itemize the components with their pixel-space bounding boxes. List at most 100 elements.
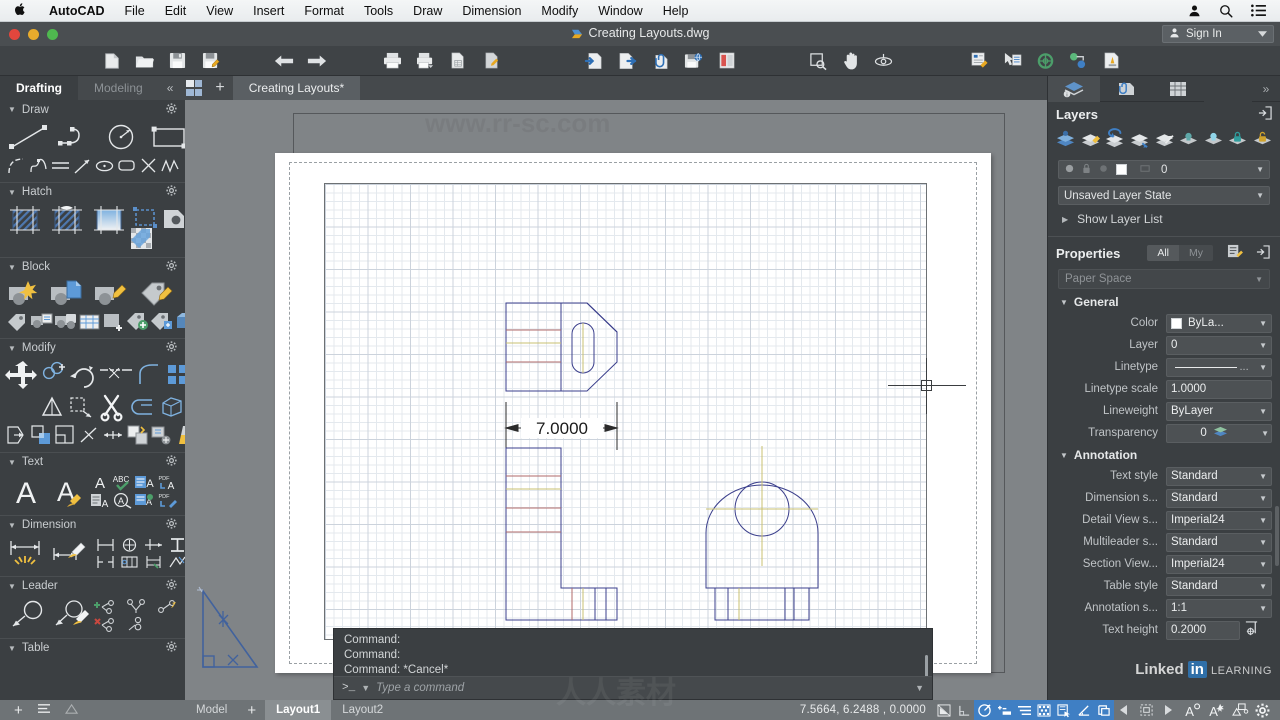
close-window-button[interactable] [9,28,20,40]
chevron-down-icon[interactable]: ▼ [1255,604,1267,613]
drawing-canvas[interactable]: 7.0000 Command: Command: Command: *Cance… [185,100,1047,700]
layer-list-icon[interactable] [37,703,51,718]
new-file-icon[interactable] [95,47,128,75]
rectangle-icon[interactable] [148,122,185,152]
quick-select-icon[interactable] [996,47,1029,75]
save-as-icon[interactable] [194,47,227,75]
join-icon[interactable] [130,395,156,419]
dim-inspect-icon[interactable] [118,554,141,570]
properties-section-annotation-header[interactable]: ▼ Annotation [1048,444,1280,465]
coordinate-display[interactable]: 7.5664, 6.2488 , 0.0000 [800,704,934,716]
chevron-down-icon[interactable] [1258,28,1267,40]
baseline-dim-icon[interactable] [94,537,117,553]
linetype-ellipsis[interactable]: ... [1239,361,1252,373]
import-icon[interactable] [578,47,611,75]
line-icon[interactable] [6,122,50,152]
ellipse-icon[interactable] [94,155,115,176]
align-leader-icon[interactable] [154,598,178,614]
scale-icon[interactable] [30,424,53,446]
dimension-style-icon[interactable] [50,538,92,570]
viewport-scale-icon[interactable] [1136,700,1156,720]
find-text-icon[interactable]: A [112,492,133,509]
ray-icon[interactable] [72,155,93,176]
hatch-edit-icon[interactable] [48,204,86,236]
orbit-icon[interactable] [867,47,900,75]
menu-item-help[interactable]: Help [653,4,699,18]
pan-icon[interactable] [834,47,867,75]
palette-group-text-header[interactable]: ▼ Text [0,452,185,471]
workspace-tab-modeling[interactable]: Modeling [78,76,159,100]
menu-item-autocad[interactable]: AutoCAD [39,4,115,18]
dim-break-icon[interactable] [94,554,117,570]
object-snap-icon[interactable] [994,700,1014,720]
remove-leader-icon[interactable] [94,616,118,632]
polygon-icon[interactable] [116,155,137,176]
command-input-row[interactable]: >_ ▼ Type a command ▼ [334,676,932,699]
multileader-style-dropdown[interactable]: Standard ▼ [1166,532,1272,552]
triangle-left-icon[interactable] [1114,700,1134,720]
lineweight-dropdown[interactable]: ByLayer ▼ [1166,401,1272,421]
chevron-double-left-icon[interactable]: « [159,81,182,95]
layout-grid-icon[interactable] [186,80,203,96]
fillet-icon[interactable] [136,362,162,390]
ortho-mode-icon[interactable] [1014,700,1034,720]
extend-icon[interactable] [54,424,77,446]
detail-view-style-dropdown[interactable]: Imperial24 ▼ [1166,510,1272,530]
chevron-down-icon[interactable]: ▼ [1255,582,1267,591]
gear-icon[interactable] [166,518,177,532]
undock-icon[interactable] [1258,105,1272,123]
circle-icon[interactable] [102,122,142,152]
explode-icon[interactable] [126,424,149,446]
page-setup-icon[interactable] [442,47,475,75]
text-align-icon[interactable]: A [90,492,111,510]
menu-item-window[interactable]: Window [588,4,652,18]
dim-space-icon[interactable] [142,554,165,570]
grid-display-icon[interactable] [934,700,954,720]
reference-manager-icon[interactable] [710,47,743,75]
palette-group-block-header[interactable]: ▼ Block [0,257,185,276]
hatch-icon[interactable] [6,204,44,236]
plus-icon[interactable]: + [14,702,23,719]
array-icon[interactable] [165,362,185,390]
undo-icon[interactable] [267,47,300,75]
transparency-input[interactable]: 0 ▼ [1166,423,1272,443]
center-mark-icon[interactable] [118,537,141,553]
show-layer-list-toggle[interactable]: ▶ Show Layer List [1048,207,1280,232]
properties-selection-dropdown[interactable]: Paper Space ▼ [1058,269,1270,289]
arc-icon[interactable] [6,155,27,176]
menu-item-edit[interactable]: Edit [155,4,197,18]
text-scale-icon[interactable]: A [134,492,155,509]
spell-check-icon[interactable]: ABC [112,474,133,491]
mtext-icon[interactable]: A [134,474,155,491]
base-point-icon[interactable] [174,311,185,332]
move-icon[interactable] [5,360,38,391]
edit-block-icon[interactable] [94,279,130,309]
layers-stack-icon[interactable] [1213,425,1228,441]
point-filter-icon[interactable] [1062,47,1095,75]
chevron-down-icon[interactable]: ▼ [1255,341,1267,350]
palette-group-dimension-header[interactable]: ▼ Dimension [0,515,185,534]
mirror-icon[interactable] [39,395,65,419]
auto-scale-icon[interactable]: A [1204,700,1226,720]
layer-new-icon[interactable] [1080,130,1101,152]
tolerance-icon[interactable] [166,537,185,553]
palette-group-leader-header[interactable]: ▼ Leader [0,576,185,595]
chevron-down-icon[interactable]: ▼ [1255,407,1267,416]
gear-icon[interactable] [166,185,177,199]
block-attributes-icon[interactable] [30,311,53,332]
menu-item-modify[interactable]: Modify [531,4,588,18]
filter-all-button[interactable]: All [1147,245,1179,261]
section-view-style-dropdown[interactable]: Imperial24 ▼ [1166,554,1272,574]
dimension-icon[interactable] [6,538,48,570]
define-attribute-icon[interactable] [138,279,174,309]
stretch-icon[interactable] [68,395,94,419]
search-icon[interactable] [1219,4,1233,18]
chevron-down-icon[interactable]: ▼ [1257,429,1269,438]
export-icon[interactable] [611,47,644,75]
properties-icon[interactable] [963,47,996,75]
tab-reference[interactable] [1100,76,1152,102]
publish-web-icon[interactable] [677,47,710,75]
pdf-text-icon[interactable]: PDF A [156,474,177,492]
annotation-visibility-icon[interactable]: A [1180,700,1202,720]
chevron-down-icon[interactable]: ▼ [1255,275,1263,284]
